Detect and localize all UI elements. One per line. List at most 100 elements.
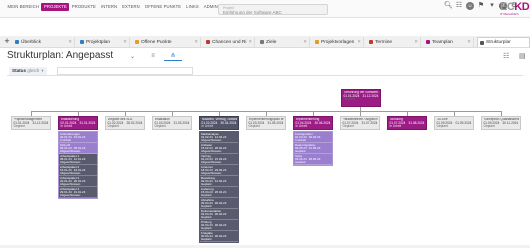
tab-strukturplar[interactable]: Strukturplar xyxy=(477,37,530,47)
tree-view-icon[interactable]: ⋔ xyxy=(164,52,182,61)
nav-produkte[interactable]: PRODUKTE xyxy=(69,3,98,11)
list-view-icon[interactable]: ≡ xyxy=(144,52,162,61)
tab-überblick[interactable]: Überblick ✕ xyxy=(13,37,75,47)
node-end-date: 26.04.24 xyxy=(214,189,227,194)
nav-projekte[interactable]: PROJEKTE xyxy=(41,3,70,11)
child-node[interactable]: Prüfung 02.04.24 30.04.24 Geplant xyxy=(200,220,238,231)
child-node[interactable]: Lizenzen 18.03.24 29.03.24 Abgeschlossen xyxy=(200,165,238,176)
structure-settings-icon[interactable]: ☷ xyxy=(503,52,509,60)
nav-intern[interactable]: INTERN xyxy=(98,3,119,11)
filter-value-input[interactable] xyxy=(57,67,193,75)
main-nav: MEIN BEREICH PROJEKTE PRODUKTE INTERN EX… xyxy=(5,3,243,11)
close-icon[interactable]: ✕ xyxy=(467,39,473,45)
nav-extern[interactable]: EXTERN xyxy=(120,3,143,11)
close-icon[interactable]: ✕ xyxy=(68,39,74,45)
child-node[interactable]: Arbeitspaket 1 08.01.24 12.01.24 Abgeschlos… xyxy=(59,154,97,165)
close-icon[interactable]: ✕ xyxy=(248,39,254,45)
tree-node[interactable]: Parallelbetrieb / Abgleich 01.07.2024 31.0… xyxy=(340,116,380,130)
chevron-down-icon: ▾ xyxy=(41,68,44,73)
node-end-date: 15.01.24 xyxy=(73,134,86,139)
node-end-date: 31.12.2024 xyxy=(362,93,379,98)
tab-termine[interactable]: Termine ✕ xyxy=(367,37,421,47)
tab-label: Projektvorlagen xyxy=(321,39,355,45)
tree-node[interactable]: Implementierung 01.04.2024 30.06.2024 In Ar… xyxy=(293,116,333,130)
close-icon[interactable]: ✕ xyxy=(123,39,129,45)
child-node[interactable]: Abnahme 29.04.24 30.04.24 Geplant xyxy=(200,198,238,209)
tree-node[interactable]: Schulung 01.07.2024 31.08.2024 In Arbeit xyxy=(387,116,427,130)
nav-mein-bereich[interactable]: MEIN BEREICH xyxy=(5,3,41,11)
tab-icon xyxy=(135,40,139,44)
project-selector[interactable]: Projekt Einführung der Software ABC xyxy=(218,4,328,15)
toggle-panel-icon[interactable]: ▤ xyxy=(519,52,526,60)
tab-icon xyxy=(480,40,484,45)
child-node[interactable]: Datenmigration 02.05.24 31.05.24 Geplant xyxy=(294,143,332,154)
tab-icon xyxy=(80,40,84,44)
close-icon[interactable]: ✕ xyxy=(414,39,420,45)
tree-node[interactable]: Konzeption Qualitätsziele und Maßnahmen0… xyxy=(481,116,521,130)
tab-projektvorlagen[interactable]: Projektvorlagen ✕ xyxy=(313,37,364,47)
tab-icon xyxy=(260,40,264,44)
tree-node[interactable]: Installation 01.03.2024 31.03.2024 Geplant xyxy=(152,116,192,130)
user-icon[interactable]: ☺ xyxy=(466,2,474,10)
status-filter-chip[interactable]: Status gleich ▾ xyxy=(9,67,47,75)
close-icon[interactable]: ✕ xyxy=(303,39,309,45)
node-status: In Arbeit xyxy=(60,124,73,129)
bell-icon[interactable]: ⚑ xyxy=(477,2,485,10)
node-status: In Arbeit xyxy=(295,124,308,129)
tab-strip: + Überblick ✕ Projektplan ✕ Offene Punkte ✕ Ch… xyxy=(0,36,530,48)
add-tab-button[interactable]: + xyxy=(3,36,11,48)
node-end-date: 30.04.24 xyxy=(308,134,321,139)
tree-node[interactable]: Initialisierung 02.01.2024 31.01.2024 In Ar… xyxy=(58,116,98,130)
child-node[interactable]: Arbeitspaket 2 15.01.24 19.01.24 Abgeschlos… xyxy=(59,165,97,176)
page-title[interactable]: Strukturplan: Angepasst xyxy=(7,50,113,61)
tab-chancen-und-ri[interactable]: Chancen und Ri ✕ xyxy=(204,37,255,47)
tree-node[interactable]: Projektmanagement 01.01.2024 31.12.2024 Gep… xyxy=(11,116,51,130)
child-node[interactable]: Arbeitspaket 4 29.01.24 31.01.24 Abgeschlos… xyxy=(59,187,97,198)
node-end-date: 31.05.2024 xyxy=(267,120,284,125)
tab-projektplan[interactable]: Projektplan ✕ xyxy=(78,37,130,47)
child-node[interactable]: Arbeitspaket 3 22.01.24 26.01.24 Abgeschlos… xyxy=(59,176,97,187)
child-node[interactable]: Freigabe 30.04.24 30.04.24 Geplant xyxy=(200,231,238,242)
child-node[interactable]: Anforderungen 02.01.24 15.01.24 In Arbeit xyxy=(59,132,97,143)
tab-label: Ziele xyxy=(266,39,277,45)
tab-offene-punkte[interactable]: Offene Punkte ✕ xyxy=(133,37,201,47)
grid-icon[interactable]: ☷ xyxy=(455,2,463,10)
node-status: Geplant xyxy=(154,124,166,129)
child-node[interactable]: Konfiguration 01.04.24 30.04.24 In Arbeit xyxy=(294,132,332,143)
structure-tree-canvas: Einführung der Software ABC01.01.202431.… xyxy=(0,80,530,248)
dropdown-icon[interactable]: ▾ xyxy=(488,2,496,10)
child-node[interactable]: Tests 03.06.24 28.06.24 Geplant xyxy=(294,154,332,165)
search-icon[interactable]: 🔍︎ xyxy=(444,2,453,10)
tab-label: Überblick xyxy=(21,39,41,45)
tree-node[interactable]: Auswahl, Vertrag, Software 01.02.2024 30.0… xyxy=(199,116,239,130)
node-status: Geplant xyxy=(436,124,448,129)
tab-label: Offene Punkte xyxy=(141,39,172,45)
nav-links[interactable]: LINKS xyxy=(184,3,202,11)
tree-root-node[interactable]: Einführung der Software ABC01.01.202431.… xyxy=(341,89,381,107)
node-end-date: 30.11.2024 xyxy=(502,120,519,125)
nav-offene-punkte[interactable]: OFFENE PUNKTE xyxy=(142,3,183,11)
close-icon[interactable]: ✕ xyxy=(357,39,363,45)
chevron-down-icon[interactable]: ⌄ xyxy=(130,53,135,60)
node-end-date: 31.07.2024 xyxy=(361,120,378,125)
child-node[interactable]: Kick-off 05.01.24 05.01.24 Abgeschlossen xyxy=(59,143,97,154)
child-node[interactable]: Bestellung 02.04.24 12.04.24 Geplant xyxy=(200,176,238,187)
tab-teamplan[interactable]: Teamplan ✕ xyxy=(424,37,474,47)
child-node[interactable]: Dokumentation 02.04.24 30.04.24 Geplant xyxy=(200,209,238,220)
close-icon[interactable]: ✕ xyxy=(194,39,200,45)
child-node[interactable]: Lieferung 15.04.24 26.04.24 Geplant xyxy=(200,187,238,198)
child-node[interactable]: Anbieter 15.02.24 28.02.24 Abgeschlossen xyxy=(200,143,238,154)
tree-node[interactable]: Vorgabe des SLA 01.02.2024 28.02.2024 Gepla… xyxy=(105,116,145,130)
node-end-date: 30.04.24 xyxy=(214,222,227,227)
child-node[interactable]: Marktanalyse 01.02.24 14.02.24 Abgeschlosse… xyxy=(200,132,238,143)
node-end-date: 30.04.24 xyxy=(214,233,227,238)
node-end-date: 30.04.24 xyxy=(214,200,227,205)
tree-node[interactable]: Implementierungsplan erstellen01.03.2024… xyxy=(246,116,286,130)
tab-icon xyxy=(15,40,19,44)
filter-bar: Status gleich ▾ xyxy=(7,66,523,76)
node-status: Abgeschlossen xyxy=(60,193,81,198)
child-node[interactable]: Vertrag 01.03.24 15.03.24 Abgeschlossen xyxy=(200,154,238,165)
tree-node[interactable]: Go-Live 01.09.2024 01.09.2024 Geplant xyxy=(434,116,474,130)
node-end-date: 28.02.2024 xyxy=(126,120,143,125)
tab-ziele[interactable]: Ziele ✕ xyxy=(258,37,310,47)
